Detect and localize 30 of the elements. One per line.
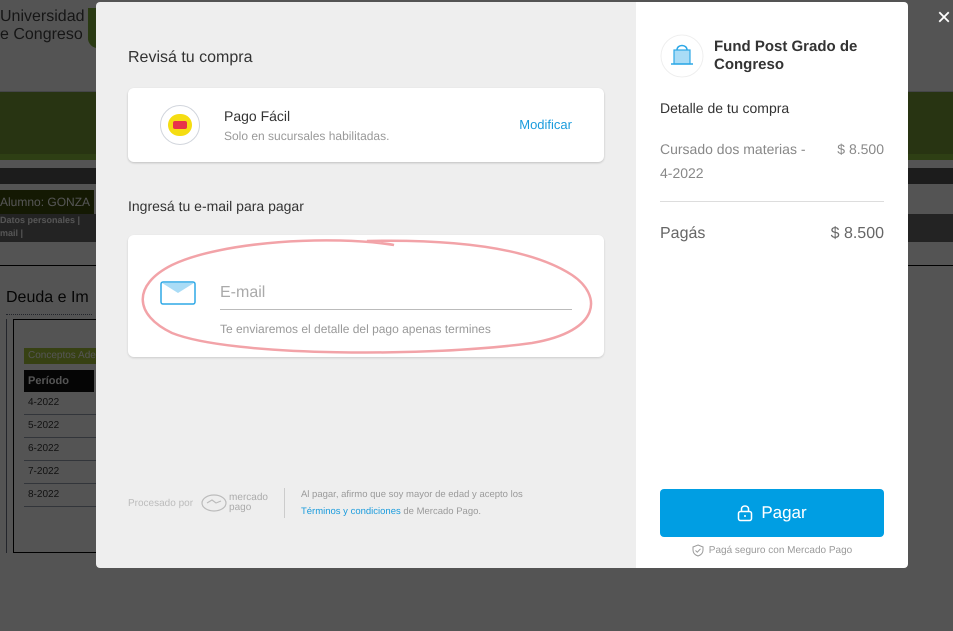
terms-link[interactable]: Términos y condiciones [300,506,401,517]
student-label: Alumno: GONZA [0,190,94,214]
logo-text: e Congreso [0,26,84,44]
shopping-bag-icon [660,34,704,78]
item-name: Cursado dos materias - 4-2022 [660,140,807,183]
merchant-name: Fund Post Grado de Congreso [714,38,858,74]
total-amount: $ 8.500 [830,224,884,244]
shield-check-icon [692,544,704,557]
total-label: Pagás [660,224,706,244]
column-header: Período [24,370,94,392]
legal-text: Al pagar, afirmo que soy mayor de edad y acepto los Términos y condiciones de Mercado Pago. [300,488,524,519]
payment-logo-icon [160,105,200,145]
section-heading: Revisá tu compra [128,48,254,68]
envelope-icon [160,281,196,305]
item-amount: $ 8.500 [837,140,884,159]
detail-heading: Detalle de tu compra [660,99,790,118]
logo-text: Universidad [0,8,84,26]
section-title: Deuda e Im [6,286,92,315]
section-heading: Ingresá tu e-mail para pagar [128,197,305,216]
field-hint: Te enviaremos el detalle del pago apenas termines [220,321,492,338]
lock-icon [737,504,754,522]
pay-button[interactable]: Pagar [660,489,884,537]
modify-link[interactable]: Modificar [519,115,572,135]
security-note: Pagá seguro con Mercado Pago [708,544,852,558]
payment-method-note: Solo en sucursales habilitadas. [224,128,390,144]
email-field[interactable]: E-mail [220,281,572,310]
payment-method-name: Pago Fácil [224,106,292,126]
brand-text: pago [229,503,252,513]
close-button[interactable]: × [936,6,951,30]
brand-text: mercado [229,493,268,503]
